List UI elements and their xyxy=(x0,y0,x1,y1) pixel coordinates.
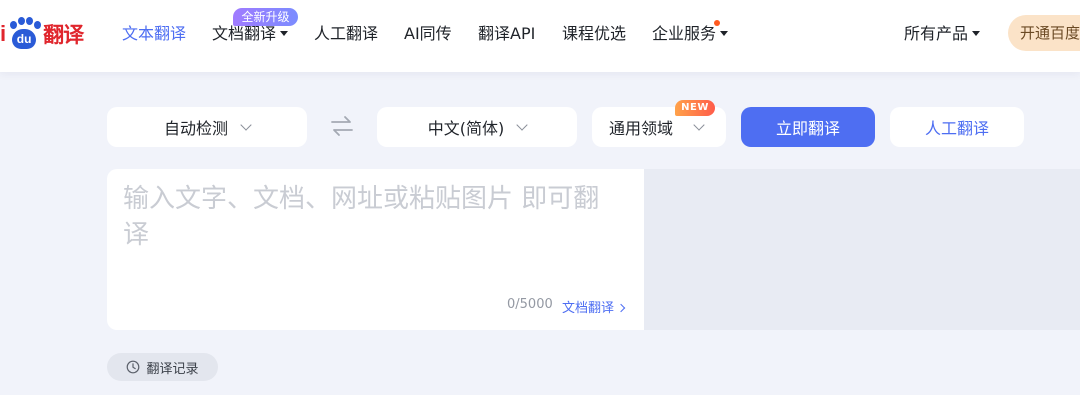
history-label: 翻译记录 xyxy=(146,361,199,377)
logo-word: 翻译 xyxy=(43,23,84,47)
notification-dot xyxy=(714,20,720,26)
char-counter: 0/5000 xyxy=(507,297,553,312)
top-header: i du 翻译 文本翻译 文档翻译 人工翻译 AI同传 翻译API 课程优选 企… xyxy=(0,0,1080,72)
nav-item-enterprise[interactable]: 企业服务 xyxy=(652,24,729,44)
translate-button[interactable]: 立即翻译 xyxy=(741,107,875,147)
caret-down-icon xyxy=(720,31,729,36)
chevron-down-icon xyxy=(240,118,252,131)
source-language-label: 自动检测 xyxy=(163,119,228,138)
paw-text: du xyxy=(12,29,37,49)
nav-item-doc-translate[interactable]: 文档翻译 xyxy=(212,24,289,44)
target-language-label: 中文(简体) xyxy=(427,119,505,138)
all-products-menu[interactable]: 所有产品 xyxy=(904,24,981,44)
clock-icon xyxy=(127,360,140,374)
source-text-input[interactable] xyxy=(123,181,623,291)
nav-item-ai-interpret[interactable]: AI同传 xyxy=(404,24,452,44)
swap-languages-icon[interactable] xyxy=(330,115,354,137)
all-products-label: 所有产品 xyxy=(904,24,969,43)
caret-down-icon xyxy=(972,31,981,36)
nav-item-label: 文档翻译 xyxy=(212,24,277,43)
chevron-down-icon xyxy=(693,118,705,131)
caret-down-icon xyxy=(280,31,289,36)
nav-item-text-translate[interactable]: 文本翻译 xyxy=(122,24,186,44)
nav-item-human-translate[interactable]: 人工翻译 xyxy=(314,24,378,44)
source-language-select[interactable]: 自动检测 xyxy=(107,107,307,147)
chevron-down-icon xyxy=(516,118,528,131)
domain-label: 通用领域 xyxy=(609,119,674,138)
new-badge: NEW xyxy=(675,100,715,116)
target-text-panel xyxy=(644,169,1080,330)
logo-prefix: i xyxy=(0,21,7,46)
source-text-panel: 0/5000 文档翻译 xyxy=(107,169,644,330)
doc-translate-link[interactable]: 文档翻译 xyxy=(562,297,626,316)
doc-translate-label: 文档翻译 xyxy=(562,301,615,316)
upgrade-badge: 全新升级 xyxy=(233,8,298,26)
history-button[interactable]: 翻译记录 xyxy=(107,353,218,381)
baidu-translate-logo[interactable]: i du 翻译 xyxy=(0,14,92,54)
human-translate-button[interactable]: 人工翻译 xyxy=(890,107,1024,147)
nav-item-translate-api[interactable]: 翻译API xyxy=(478,24,535,44)
nav-item-courses[interactable]: 课程优选 xyxy=(562,24,626,44)
chevron-right-icon xyxy=(616,303,626,313)
target-language-select[interactable]: 中文(简体) xyxy=(377,107,577,147)
vip-button[interactable]: 开通百度翻 xyxy=(1008,15,1080,51)
nav-item-label: 企业服务 xyxy=(652,24,717,43)
paw-icon: du xyxy=(7,17,42,51)
